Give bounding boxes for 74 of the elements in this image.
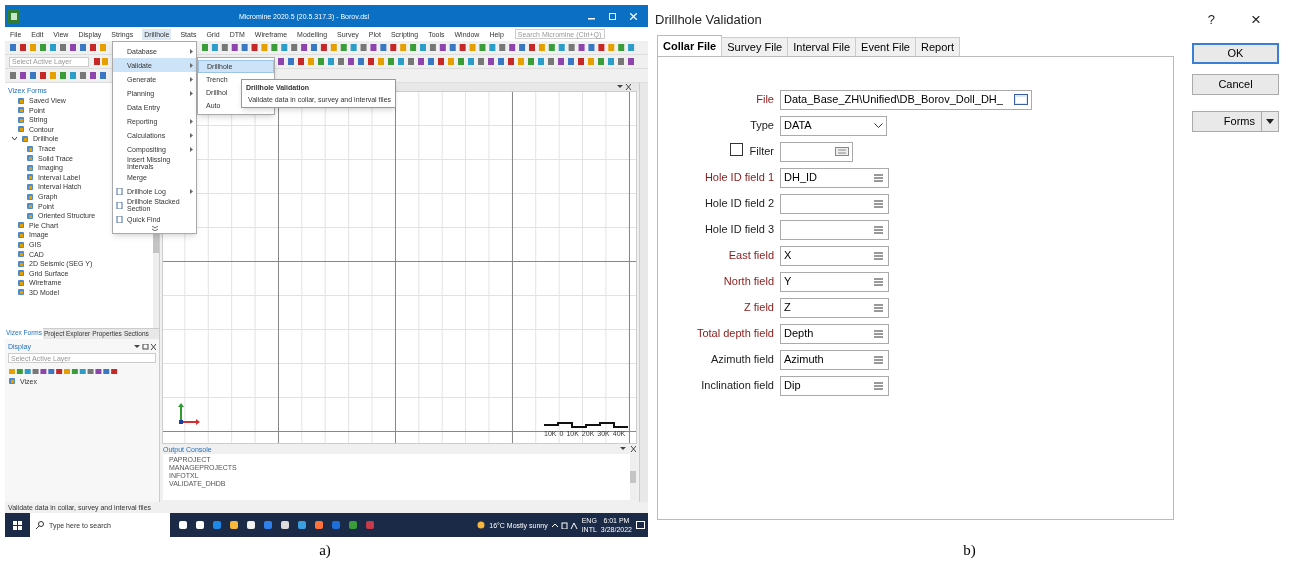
list-icon — [874, 303, 883, 312]
submenu-arrow-icon — [190, 146, 193, 152]
scrollbar[interactable] — [630, 454, 636, 500]
field-label: Filter — [749, 144, 774, 160]
windows-start-icon — [13, 520, 22, 530]
browse-icon — [1014, 94, 1028, 105]
panel-controls-icon — [620, 446, 636, 452]
list-icon — [874, 173, 883, 182]
field-label: Inclination field — [701, 378, 774, 394]
submenu-arrow-icon — [190, 188, 193, 194]
field-select[interactable]: Y — [780, 271, 889, 292]
dialog-tab[interactable]: Report — [915, 37, 961, 57]
app-logo-icon — [8, 9, 20, 23]
forms-button[interactable]: Forms — [1192, 111, 1279, 132]
field-label: Z field — [744, 300, 774, 316]
field-label: Hole ID field 1 — [704, 170, 774, 186]
dialog-tab[interactable]: Interval File — [787, 37, 857, 57]
field-select[interactable] — [780, 193, 889, 214]
dialog-title: Drillhole Validation — [655, 11, 763, 30]
list-icon — [874, 199, 883, 208]
dialog-tab[interactable]: Event File — [855, 37, 916, 57]
dialog-tab[interactable]: Survey File — [721, 37, 789, 57]
search-icon — [36, 521, 44, 529]
figure-caption: a) — [319, 540, 331, 560]
restore-icon — [609, 12, 616, 20]
dialog-tab[interactable]: Collar File — [657, 35, 723, 57]
field-select[interactable]: DH_ID — [780, 167, 889, 188]
caret-down-icon — [1266, 119, 1274, 124]
field-select[interactable]: X — [780, 245, 889, 266]
filter-field[interactable] — [780, 141, 853, 162]
field-select[interactable]: Dip — [780, 375, 889, 396]
list-icon — [874, 225, 883, 234]
figure-caption: b) — [963, 540, 976, 560]
field-label: Hole ID field 3 — [704, 222, 774, 238]
field-select[interactable]: Z — [780, 297, 889, 318]
submenu-arrow-icon — [190, 90, 193, 96]
axes-icon — [178, 403, 200, 425]
sun-icon — [477, 521, 486, 529]
help-button[interactable]: ? — [1201, 10, 1222, 30]
field-select[interactable]: Depth — [780, 323, 889, 344]
type-dropdown[interactable]: DATA — [780, 115, 887, 136]
list-icon — [874, 381, 883, 390]
submenu-arrow-icon — [190, 132, 193, 138]
panel-controls-icon — [617, 84, 631, 90]
field-label: East field — [728, 248, 774, 264]
submenu-arrow-icon — [190, 76, 193, 82]
submenu-arrow-icon — [190, 48, 193, 54]
layer-icon — [8, 377, 16, 385]
field-label: Type — [750, 118, 774, 134]
dialog-button[interactable]: OK — [1192, 43, 1279, 64]
field-label: North field — [723, 274, 774, 290]
panel-controls-icon — [134, 343, 156, 350]
list-icon — [874, 355, 883, 364]
notification-icon — [636, 520, 645, 530]
checkbox[interactable] — [729, 143, 743, 157]
dialog-button[interactable]: Cancel — [1192, 74, 1279, 95]
field-select[interactable]: Azimuth — [780, 349, 889, 370]
field-label: Azimuth field — [711, 352, 774, 368]
close-icon — [630, 12, 637, 20]
expand-more-icon — [151, 226, 158, 231]
tray-icons-drawing — [551, 521, 578, 529]
file-field[interactable]: Data_Base_ZH\Unified\DB_Borov_Doll_DH_ — [780, 89, 1032, 110]
close-button[interactable]: × — [1245, 7, 1267, 33]
chevron-down-icon — [874, 123, 883, 128]
field-label: Total depth field — [696, 326, 774, 342]
submenu-arrow-icon — [190, 62, 193, 68]
submenu-arrow-icon — [190, 118, 193, 124]
field-select[interactable] — [780, 219, 889, 240]
list-icon — [874, 277, 883, 286]
list-icon — [874, 251, 883, 260]
field-label: File — [756, 92, 774, 108]
field-label: Hole ID field 2 — [704, 196, 774, 212]
filter-table-icon — [835, 147, 849, 156]
list-icon — [874, 329, 883, 338]
